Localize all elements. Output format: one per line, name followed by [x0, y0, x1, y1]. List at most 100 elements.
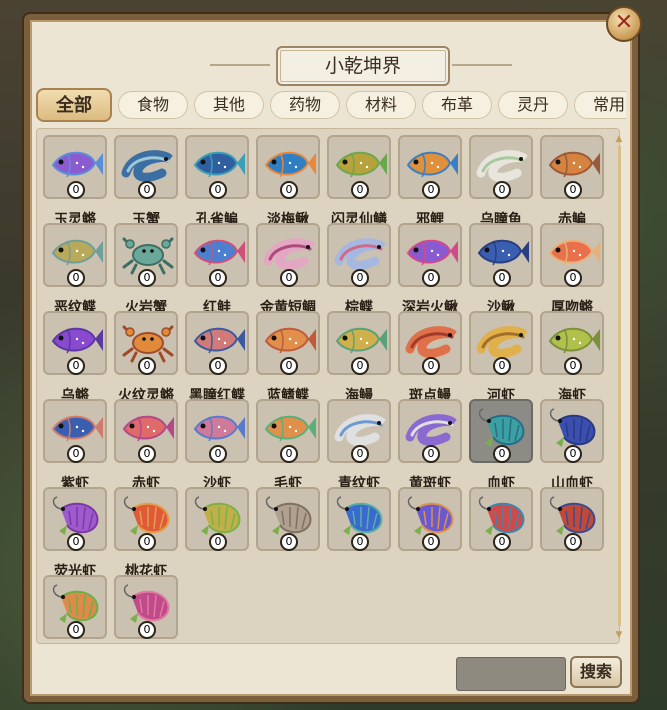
title-divider-left [210, 64, 270, 66]
item-count: 0 [493, 357, 511, 375]
item-count: 0 [67, 269, 85, 287]
inventory-slot[interactable]: 0 火纹灵鳉 [114, 311, 178, 404]
inventory-slot[interactable]: 0 赤鳊 [540, 135, 604, 228]
inventory-slot[interactable]: 0 荧光虾 [43, 487, 107, 580]
inventory-slot[interactable]: 0 海虾 [540, 311, 604, 404]
slot-frame: 0 [398, 487, 462, 551]
inventory-slot[interactable]: 0 金黄短鲷 [256, 223, 320, 316]
slot-frame: 0 [43, 575, 107, 639]
slot-frame: 0 [469, 311, 533, 375]
inventory-slot[interactable]: 0 红鲑 [185, 223, 249, 316]
inventory-slot[interactable]: 0 [469, 487, 533, 551]
inventory-slot[interactable]: 0 邪鲤 [398, 135, 462, 228]
inventory-slot[interactable]: 0 [43, 575, 107, 639]
slot-frame: 0 [185, 399, 249, 463]
item-count: 0 [209, 533, 227, 551]
inventory-slot[interactable]: 0 [327, 487, 391, 551]
inventory-slot[interactable]: 0 淡梅鳅 [256, 135, 320, 228]
slot-frame: 0 [43, 311, 107, 375]
slot-frame: 0 [114, 311, 178, 375]
slot-frame: 0 [256, 311, 320, 375]
inventory-slot[interactable]: 0 [540, 487, 604, 551]
tab-7[interactable]: 常用 [574, 91, 626, 119]
inventory-slot[interactable]: 0 恶纹鲽 [43, 223, 107, 316]
inventory-slot[interactable]: 0 孔雀鳊 [185, 135, 249, 228]
item-count: 0 [493, 181, 511, 199]
inventory-slot[interactable]: 0 黑瞳红鲽 [185, 311, 249, 404]
inventory-slot[interactable]: 0 山血虾 [540, 399, 604, 492]
tab-3[interactable]: 药物 [270, 91, 340, 119]
slot-frame: 0 [327, 399, 391, 463]
slot-frame: 0 [540, 135, 604, 199]
item-count: 0 [67, 357, 85, 375]
tab-6[interactable]: 灵丹 [498, 91, 568, 119]
inventory-slot[interactable]: 0 蓝鳍鲽 [256, 311, 320, 404]
panel-title: 小乾坤界 [276, 46, 450, 86]
item-count: 0 [493, 269, 511, 287]
scroll-down-icon[interactable]: ▼ [614, 630, 624, 640]
inventory-slot[interactable]: 0 棕鲽 [327, 223, 391, 316]
item-count: 0 [351, 533, 369, 551]
inventory-slot[interactable]: 0 玉灵鳉 [43, 135, 107, 228]
inventory-slot[interactable]: 0 [114, 575, 178, 639]
inventory-slot[interactable]: 0 沙虾 [185, 399, 249, 492]
tab-4[interactable]: 材料 [346, 91, 416, 119]
item-count: 0 [138, 445, 156, 463]
slot-frame: 0 [398, 311, 462, 375]
inventory-slot[interactable]: 0 紫虾 [43, 399, 107, 492]
inventory-slot[interactable]: 0 毛虾 [256, 399, 320, 492]
slot-frame: 0 [256, 487, 320, 551]
search-button[interactable]: 搜索 [570, 656, 622, 688]
scroll-up-icon[interactable]: ▲ [614, 134, 624, 144]
item-count: 0 [138, 357, 156, 375]
scroll-thumb[interactable] [618, 146, 621, 626]
inventory-slot[interactable]: 0 海鳗 [327, 311, 391, 404]
item-count: 0 [493, 533, 511, 551]
inventory-slot[interactable]: 0 斑点鳗 [398, 311, 462, 404]
item-count: 0 [280, 533, 298, 551]
item-count: 0 [138, 181, 156, 199]
item-count: 0 [67, 445, 85, 463]
inventory-slot[interactable]: 0 河虾 [469, 311, 533, 404]
slot-frame: 0 [327, 311, 391, 375]
inventory-slot[interactable]: 0 青纹虾 [327, 399, 391, 492]
tab-2[interactable]: 其他 [194, 91, 264, 119]
inventory-slot[interactable]: 0 桃花虾 [114, 487, 178, 580]
title-divider-right [452, 64, 512, 66]
inventory-slot[interactable]: 0 [256, 487, 320, 551]
scrollbar[interactable]: ▲ ▼ [614, 134, 624, 640]
inventory-slot[interactable]: 0 玉蟹 [114, 135, 178, 228]
tab-0[interactable]: 全部 [36, 88, 112, 122]
inventory-slot[interactable]: 0 赤虾 [114, 399, 178, 492]
item-count: 0 [280, 269, 298, 287]
slot-frame: 0 [469, 135, 533, 199]
slot-frame: 0 [185, 311, 249, 375]
slot-frame: 0 [540, 399, 604, 463]
item-count: 0 [564, 533, 582, 551]
slot-frame: 0 [185, 135, 249, 199]
tab-5[interactable]: 布革 [422, 91, 492, 119]
inventory-slot[interactable]: 0 [185, 487, 249, 551]
inventory-slot[interactable]: 0 深岩火鳅 [398, 223, 462, 316]
inventory-slot[interactable]: 0 沙鳅 [469, 223, 533, 316]
inventory-slot[interactable]: 0 黄斑虾 [398, 399, 462, 492]
slot-frame: 0 [114, 223, 178, 287]
inventory-slot[interactable]: 0 乌鳉 [43, 311, 107, 404]
item-count: 0 [564, 445, 582, 463]
inventory-slot[interactable]: 0 [398, 487, 462, 551]
slot-frame: 0 [114, 135, 178, 199]
search-input[interactable] [456, 657, 566, 691]
title-bar: 小乾坤界 [30, 44, 632, 86]
inventory-slot[interactable]: 0 厚吻鳉 [540, 223, 604, 316]
inventory-slot[interactable]: 0 血虾 [469, 399, 533, 492]
item-count: 0 [280, 445, 298, 463]
inventory-slot[interactable]: 0 火岩蟹 [114, 223, 178, 316]
tab-1[interactable]: 食物 [118, 91, 188, 119]
inventory-slot[interactable]: 0 闪灵仙鳝 [327, 135, 391, 228]
item-count: 0 [138, 269, 156, 287]
slot-frame: 0 [398, 135, 462, 199]
item-count: 0 [138, 621, 156, 639]
inventory-slot[interactable]: 0 乌瞳鱼 [469, 135, 533, 228]
item-count: 0 [67, 181, 85, 199]
close-button[interactable]: ✕ [606, 6, 642, 42]
